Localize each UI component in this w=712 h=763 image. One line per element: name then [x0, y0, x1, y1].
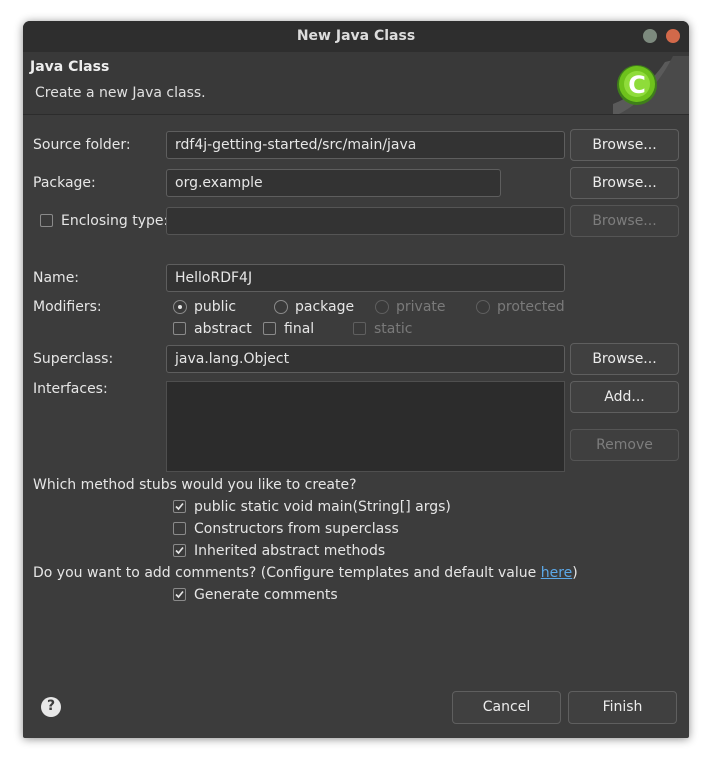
comments-question-text: Do you want to add comments? (Configure …	[33, 565, 541, 581]
interfaces-remove-button[interactable]: Remove	[570, 429, 679, 461]
title-bar[interactable]: New Java Class	[23, 21, 689, 52]
enclosing-type-label: Enclosing type:	[61, 213, 169, 229]
help-icon[interactable]: ?	[41, 697, 61, 717]
source-folder-browse-button[interactable]: Browse...	[570, 129, 679, 161]
stub-main-checkbox[interactable]	[173, 500, 186, 513]
comments-question: Do you want to add comments? (Configure …	[33, 565, 578, 581]
enclosing-type-input[interactable]	[166, 207, 565, 235]
modifier-static-checkbox[interactable]	[353, 322, 366, 335]
interfaces-label: Interfaces:	[33, 381, 108, 397]
modifier-package-label: package	[295, 299, 355, 315]
superclass-label: Superclass:	[33, 351, 114, 367]
checkmark-icon	[175, 590, 184, 599]
wizard-title: Java Class	[30, 59, 110, 75]
modifier-abstract-label: abstract	[194, 321, 252, 337]
package-label: Package:	[33, 175, 96, 191]
modifier-protected-radio[interactable]	[476, 300, 490, 314]
modifiers-label: Modifiers:	[33, 299, 102, 315]
modifier-static-label: static	[374, 321, 413, 337]
class-name-input[interactable]: HelloRDF4J	[166, 264, 565, 292]
configure-templates-link[interactable]: here	[541, 565, 573, 581]
modifier-final-checkbox[interactable]	[263, 322, 276, 335]
source-folder-input[interactable]: rdf4j-getting-started/src/main/java	[166, 131, 565, 159]
modifier-private-radio[interactable]	[375, 300, 389, 314]
comments-question-suffix: )	[572, 565, 578, 581]
modifier-public-radio[interactable]	[173, 300, 187, 314]
new-java-class-dialog: New Java Class Java Class Create a new J…	[23, 21, 689, 738]
java-class-logo-icon: C	[613, 56, 689, 114]
modifier-abstract-checkbox[interactable]	[173, 322, 186, 335]
modifier-protected-label: protected	[497, 299, 565, 315]
stub-constructors-label: Constructors from superclass	[194, 521, 399, 537]
wizard-header: Java Class Create a new Java class. C	[23, 52, 689, 115]
modifier-public-label: public	[194, 299, 237, 315]
window-title: New Java Class	[296, 28, 416, 44]
close-button[interactable]	[666, 29, 680, 43]
enclosing-type-browse-button[interactable]: Browse...	[570, 205, 679, 237]
cancel-button[interactable]: Cancel	[452, 691, 561, 724]
checkmark-icon	[175, 546, 184, 555]
source-folder-label: Source folder:	[33, 137, 131, 153]
modifier-final-label: final	[284, 321, 315, 337]
checkmark-icon	[175, 502, 184, 511]
package-input[interactable]: org.example	[166, 169, 501, 197]
superclass-browse-button[interactable]: Browse...	[570, 343, 679, 375]
method-stubs-question: Which method stubs would you like to cre…	[33, 477, 357, 493]
interfaces-add-button[interactable]: Add...	[570, 381, 679, 413]
interfaces-list[interactable]	[166, 381, 565, 472]
minimize-button[interactable]	[643, 29, 657, 43]
finish-button[interactable]: Finish	[568, 691, 677, 724]
stub-main-label: public static void main(String[] args)	[194, 499, 451, 515]
stub-inherited-label: Inherited abstract methods	[194, 543, 386, 559]
generate-comments-checkbox[interactable]	[173, 588, 186, 601]
logo-letter: C	[628, 71, 646, 99]
package-browse-button[interactable]: Browse...	[570, 167, 679, 199]
enclosing-type-checkbox[interactable]	[40, 214, 53, 227]
modifier-package-radio[interactable]	[274, 300, 288, 314]
wizard-description: Create a new Java class.	[35, 85, 206, 101]
generate-comments-label: Generate comments	[194, 587, 338, 603]
name-label: Name:	[33, 270, 80, 286]
modifier-private-label: private	[396, 299, 446, 315]
stub-inherited-checkbox[interactable]	[173, 544, 186, 557]
superclass-input[interactable]: java.lang.Object	[166, 345, 565, 373]
stub-constructors-checkbox[interactable]	[173, 522, 186, 535]
